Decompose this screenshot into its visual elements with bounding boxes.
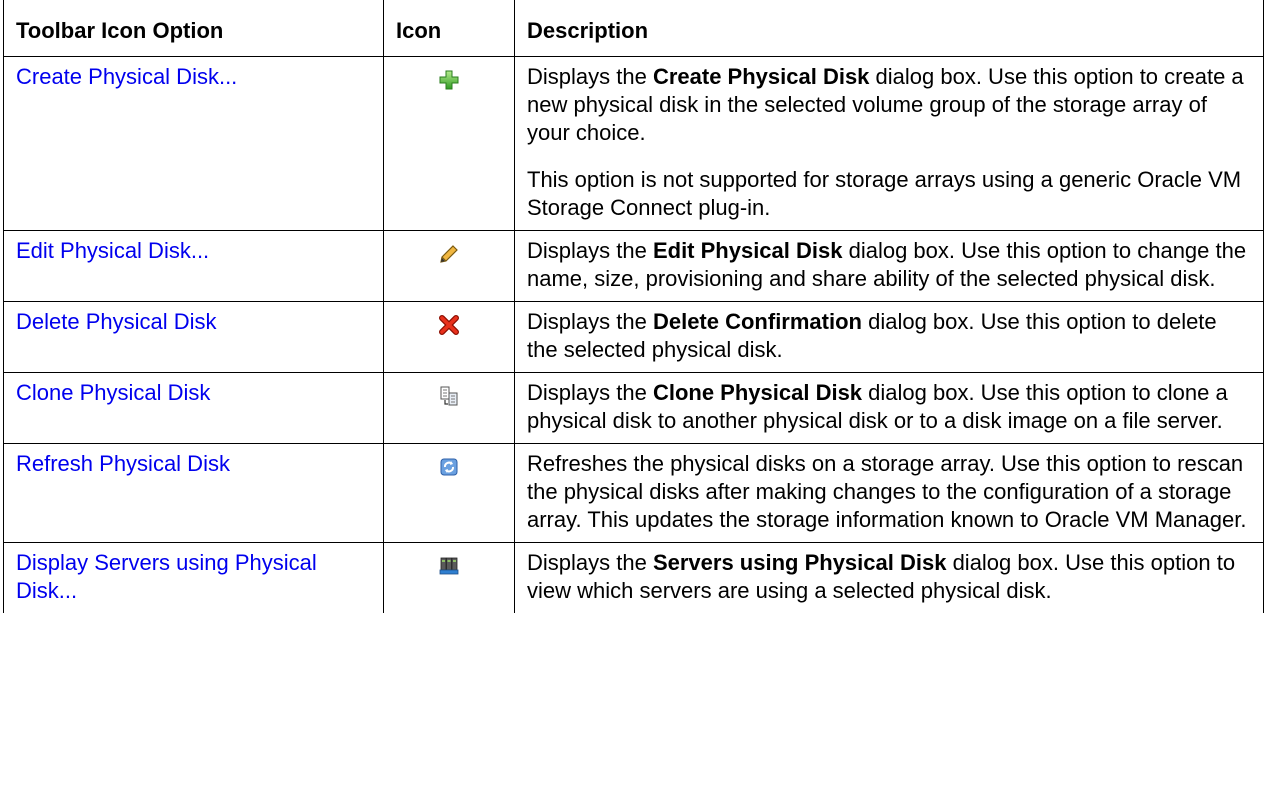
delete-x-icon[interactable]	[438, 314, 460, 336]
toolbar-options-table: Toolbar Icon Option Icon Description Cre…	[3, 0, 1264, 613]
display-servers-using-physical-disk-link[interactable]: Display Servers using Physical Disk...	[16, 550, 317, 603]
description-text: Displays the Servers using Physical Disk…	[527, 550, 1236, 603]
header-row: Toolbar Icon Option Icon Description	[3, 0, 1264, 57]
description-text: Displays the Clone Physical Disk dialog …	[527, 380, 1228, 433]
edit-physical-disk-link[interactable]: Edit Physical Disk...	[16, 238, 209, 263]
description-text: Displays the Edit Physical Disk dialog b…	[527, 238, 1247, 291]
header-description: Description	[514, 0, 1264, 57]
delete-physical-disk-link[interactable]: Delete Physical Disk	[16, 309, 217, 334]
servers-icon[interactable]	[438, 555, 460, 577]
plus-icon[interactable]	[438, 69, 460, 91]
create-physical-disk-link[interactable]: Create Physical Disk...	[16, 64, 237, 89]
description-text: Displays the Create Physical Disk dialog…	[527, 64, 1244, 145]
table-row: Clone Physical Disk Displays the Clone P…	[3, 372, 1264, 444]
description-text: Refreshes the physical disks on a storag…	[527, 451, 1247, 532]
refresh-physical-disk-link[interactable]: Refresh Physical Disk	[16, 451, 230, 476]
table-row: Edit Physical Disk... Displays the Edit …	[3, 230, 1264, 302]
clone-physical-disk-link[interactable]: Clone Physical Disk	[16, 380, 210, 405]
description-note: This option is not supported for storage…	[527, 167, 1242, 220]
description-text: Displays the Delete Confirmation dialog …	[527, 309, 1217, 362]
header-icon: Icon	[383, 0, 515, 57]
refresh-icon[interactable]	[438, 456, 460, 478]
header-toolbar-icon-option: Toolbar Icon Option	[3, 0, 384, 57]
clone-icon[interactable]	[438, 385, 460, 407]
table-row: Display Servers using Physical Disk... D…	[3, 542, 1264, 613]
pencil-icon[interactable]	[438, 243, 460, 265]
table-row: Refresh Physical Disk Refreshes the phys…	[3, 443, 1264, 543]
table-row: Delete Physical Disk Displays the Delete…	[3, 301, 1264, 373]
table-row: Create Physical Disk... Displays the Cre…	[3, 56, 1264, 231]
